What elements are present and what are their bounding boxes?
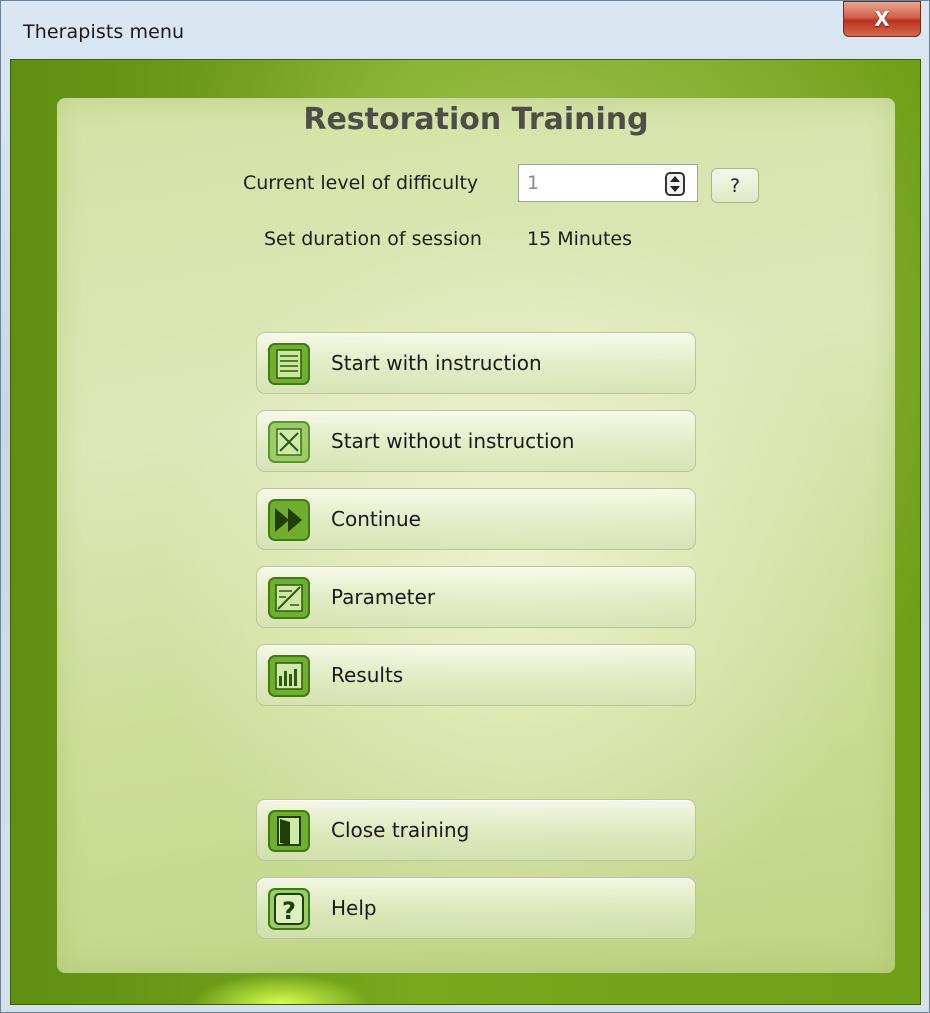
difficulty-spinbox[interactable]: 1 [518,164,698,202]
document-crossed-icon [268,421,310,463]
difficulty-label: Current level of difficulty [243,172,479,194]
duration-label: Set duration of session [264,228,482,250]
start-with-instruction-label: Start with instruction [331,351,542,375]
bar-chart-icon [268,655,310,697]
window-title: Therapists menu [23,21,185,43]
results-label: Results [331,663,404,687]
client-area: Restoration Training Current level of di… [10,59,921,1005]
svg-text:?: ? [282,897,296,925]
help-label: Help [331,896,377,920]
help-button[interactable]: ? Help [256,877,696,939]
document-lines-icon [268,343,310,385]
spin-down-icon[interactable] [670,186,680,192]
spin-up-icon[interactable] [670,176,680,182]
decorative-glow [191,974,371,1004]
parameter-button[interactable]: Parameter [256,566,696,628]
duration-value: 15 Minutes [527,228,633,250]
start-without-instruction-button[interactable]: Start without instruction [256,410,696,472]
continue-label: Continue [331,507,421,531]
difficulty-help-button[interactable]: ? [711,168,759,203]
exit-door-icon [268,810,310,852]
continue-button[interactable]: Continue [256,488,696,550]
page-title: Restoration Training [303,102,649,137]
close-training-label: Close training [331,818,470,842]
start-without-instruction-label: Start without instruction [331,429,575,453]
difficulty-value[interactable]: 1 [527,172,539,194]
difficulty-help-label: ? [729,174,741,197]
parameter-icon [268,577,310,619]
therapists-menu-window: Therapists menu X Restoration Training C… [0,0,930,1013]
parameter-label: Parameter [331,585,436,609]
results-button[interactable]: Results [256,644,696,706]
spin-arrows-icon[interactable] [665,172,685,196]
title-bar: Therapists menu X [1,1,929,59]
close-window-button[interactable]: X [843,1,921,37]
close-icon: X [874,7,890,31]
close-training-button[interactable]: Close training [256,799,696,861]
fast-forward-icon [268,499,310,541]
start-with-instruction-button[interactable]: Start with instruction [256,332,696,394]
question-mark-icon: ? [268,888,310,930]
